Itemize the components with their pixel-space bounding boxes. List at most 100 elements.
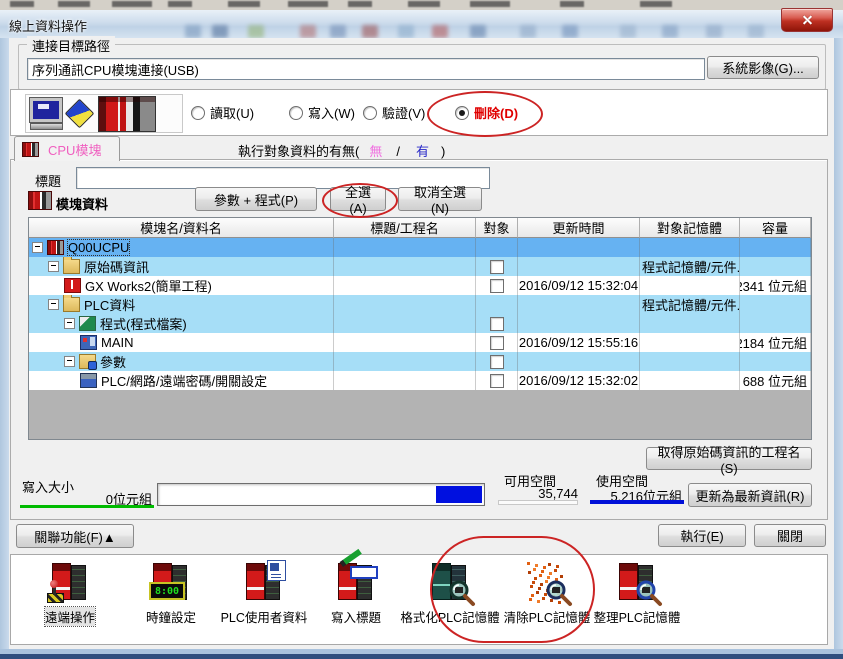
column-header[interactable]: 標題/工程名 [334,218,476,238]
cell-update-time [518,352,640,371]
tab-cpu-module[interactable]: CPU模塊 [14,136,120,161]
write-size-underline [20,505,154,508]
column-header[interactable]: 更新時間 [518,218,640,238]
screen: 線上資料操作 連接目標路徑 序列通訊CPU模塊連接(USB) 系統影像(G)..… [0,0,843,659]
free-space-bar [498,500,578,505]
toolbar-item-clock-setting[interactable]: 8:00 時鐘設定 [117,557,225,641]
cell-capacity [740,352,811,371]
cell-name: GX Works2(簡單工程) [29,276,334,295]
cell-name: 參數 [29,352,334,371]
folder-icon [63,259,80,274]
cell-target [476,276,518,295]
write-size-progressbar [157,483,485,506]
get-project-name-button[interactable]: 取得原始碼資訊的工程名(S) [646,447,812,470]
deselect-all-button[interactable]: 取消全選(N) [398,187,482,211]
connection-path-field[interactable]: 序列通訊CPU模塊連接(USB) [27,58,705,80]
toolbar-item-write-title[interactable]: 寫入標題 [302,557,410,641]
cell-title [334,352,476,371]
radio-read-circle [191,106,205,120]
target-checkbox[interactable] [490,355,504,369]
background-menu-smudge [408,1,440,7]
cell-update-time: 2016/09/12 15:55:16 [518,333,640,352]
column-header[interactable]: 容量 [740,218,811,238]
table-row[interactable]: PLC/網路/遠端密碼/開關設定2016/09/12 15:32:02688 位… [29,371,811,390]
plc-user-data-icon [241,559,287,605]
target-checkbox[interactable] [490,260,504,274]
target-checkbox[interactable] [490,336,504,350]
tree-expander[interactable] [32,242,43,253]
refresh-info-button[interactable]: 更新為最新資訊(R) [688,483,812,507]
table-row[interactable]: 參數 [29,352,811,371]
toolbar-item-format-plc-memory[interactable]: 格式化PLC記憶體 [396,557,504,641]
toolbar-item-remote-operation[interactable]: 遠端操作 [16,557,124,641]
background-toolbar-smudge [300,25,316,38]
free-space-value: 35,744 [498,486,578,501]
background-menu-smudge [58,1,90,7]
cell-update-time [518,295,640,314]
cell-name: 程式(程式檔案) [29,314,334,333]
cell-name: PLC/網路/遠端密碼/開關設定 [29,371,334,390]
table-row[interactable]: Q00UCPU [29,238,811,257]
dialog-titlebar[interactable]: 線上資料操作 [0,10,843,39]
cell-title [334,295,476,314]
cell-update-time [518,257,640,276]
background-toolbar-smudge [562,25,578,38]
cell-target [476,238,518,257]
background-toolbar-smudge [248,25,264,38]
radio-read[interactable]: 讀取(U) [191,103,254,122]
cell-capacity [740,257,811,276]
table-row[interactable]: GX Works2(簡單工程)2016/09/12 15:32:042341 位… [29,276,811,295]
cell-target-memory: 程式記憶體/元件... [640,257,740,276]
radio-delete[interactable]: 刪除(D) [455,103,518,122]
tree-expander[interactable] [48,261,59,272]
close-dialog-button[interactable]: 關閉 [754,524,826,547]
radio-write-label: 寫入(W) [308,103,355,122]
clock-setting-icon: 8:00 [148,559,194,605]
format-plc-memory-icon [427,559,473,605]
background-toolbar-smudge [185,25,201,38]
column-header[interactable]: 對象記憶體 [640,218,740,238]
param-program-button[interactable]: 參數 + 程式(P) [195,187,317,211]
radio-verify[interactable]: 驗證(V) [363,103,425,122]
execute-button[interactable]: 執行(E) [658,524,746,547]
cell-update-time [518,314,640,333]
write-size-label: 寫入大小 [22,477,74,496]
param-folder-icon [79,354,96,369]
toolbar-item-arrange-plc-memory[interactable]: 整理PLC記憶體 [583,557,691,641]
table-row[interactable]: 程式(程式檔案) [29,314,811,333]
tab-cpu-module-label: CPU模塊 [48,140,101,159]
tree-expander[interactable] [48,299,59,310]
related-functions-button[interactable]: 關聯功能(F)▲ [16,524,134,548]
background-menu-smudge [640,1,672,7]
table-row[interactable]: PLC資料程式記憶體/元件... [29,295,811,314]
select-all-button[interactable]: 全選(A) [330,187,386,211]
background-menu-smudge [470,1,510,7]
toolbar-item-label: 清除PLC記憶體 [504,607,591,626]
computer-icon [29,97,65,130]
cell-target-memory [640,314,740,333]
row-name-label: PLC資料 [84,295,135,314]
tree-expander[interactable] [64,318,75,329]
close-button[interactable] [781,8,833,32]
cell-target [476,352,518,371]
cell-target-memory [640,276,740,295]
cell-target [476,295,518,314]
column-header[interactable]: 模塊名/資料名 [29,218,334,238]
column-header[interactable]: 對象 [476,218,518,238]
cell-target-memory [640,352,740,371]
clock-display: 8:00 [155,586,179,597]
system-image-button[interactable]: 系統影像(G)... [707,56,819,79]
target-checkbox[interactable] [490,317,504,331]
background-toolbar-smudge [662,25,678,38]
tree-expander[interactable] [64,356,75,367]
table-row[interactable]: MAIN2016/09/12 15:55:162184 位元組 [29,333,811,352]
cell-target-memory [640,238,740,257]
radio-write[interactable]: 寫入(W) [289,103,355,122]
target-checkbox[interactable] [490,374,504,388]
used-space-bar [590,500,684,504]
target-checkbox[interactable] [490,279,504,293]
row-name-label: GX Works2(簡單工程) [85,276,212,295]
cable-diamond-icon [65,99,95,129]
toolbar-item-label: 時鐘設定 [146,607,196,626]
table-row[interactable]: 原始碼資訊程式記憶體/元件... [29,257,811,276]
